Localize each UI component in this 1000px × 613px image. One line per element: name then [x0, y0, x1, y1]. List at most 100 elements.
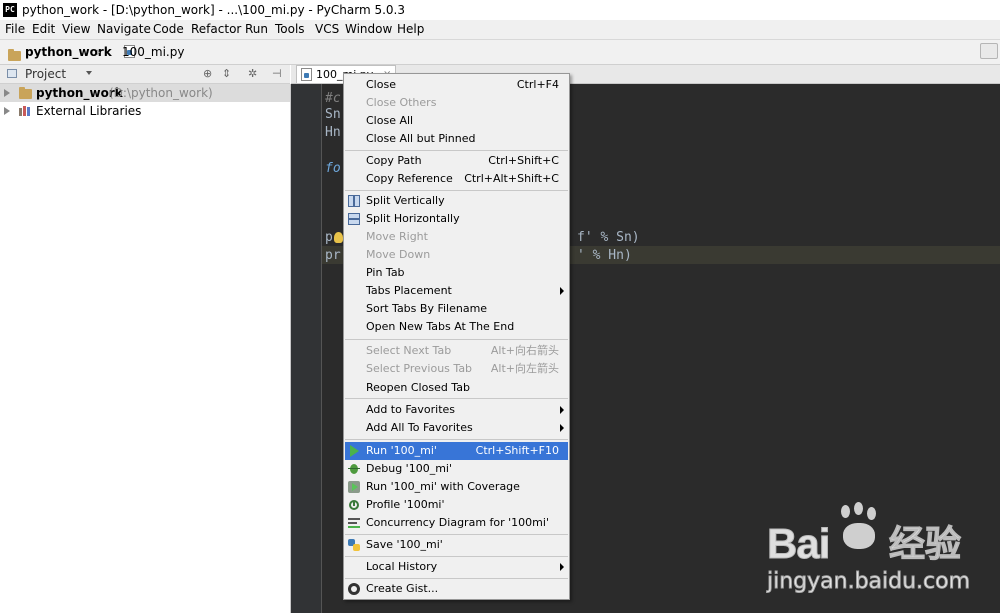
submenu-arrow-icon — [560, 424, 564, 432]
watermark-url: jingyan.baidu.com — [766, 569, 971, 595]
code-line: fo — [325, 161, 341, 176]
tab-context-menu: Close Ctrl+F4 Close Others Close All Clos… — [343, 73, 570, 600]
split-horizontal-icon — [348, 213, 360, 225]
menu-run[interactable]: Run — [245, 22, 268, 37]
menu-item-move-right: Move Right — [366, 230, 428, 243]
layout-button[interactable] — [980, 43, 998, 59]
menu-item-tabs-placement[interactable]: Tabs Placement — [345, 282, 568, 300]
code-fragment: f' % Sn) — [577, 230, 640, 245]
code-line: Hn — [325, 125, 341, 140]
menu-item-create-gist[interactable]: Create Gist... — [345, 580, 568, 598]
menu-item-split-vertically[interactable]: Split Vertically — [345, 192, 568, 210]
tree-item-path: (D:\python_work) — [109, 86, 213, 100]
menu-separator — [345, 398, 568, 399]
editor-gutter — [291, 84, 322, 613]
menu-item-add-to-favorites[interactable]: Add to Favorites — [345, 401, 568, 419]
menu-separator — [345, 556, 568, 557]
title-bar: PC python_work - [D:\python_work] - ...\… — [0, 0, 1000, 20]
split-vertical-icon — [348, 195, 360, 207]
library-icon — [19, 106, 31, 116]
breadcrumb-separator-icon: › — [96, 45, 101, 59]
menu-separator — [345, 578, 568, 579]
menu-item-save[interactable]: Save '100_mi' — [345, 536, 568, 554]
menu-help[interactable]: Help — [397, 22, 424, 37]
run-icon — [348, 445, 360, 457]
python-icon — [348, 539, 360, 551]
menu-item-run[interactable]: Run '100_mi' Ctrl+Shift+F10 — [345, 442, 568, 460]
lightbulb-icon[interactable] — [334, 232, 343, 243]
menu-item-add-all-to-favorites[interactable]: Add All To Favorites — [345, 419, 568, 437]
menu-item-select-previous-tab: Select Previous Tab Alt+向左箭头 — [366, 362, 559, 375]
menu-edit[interactable]: Edit — [32, 22, 55, 37]
expand-arrow-icon[interactable] — [4, 89, 10, 97]
menu-item-split-horizontally[interactable]: Split Horizontally — [345, 210, 568, 228]
code-line: Sn — [325, 107, 341, 122]
profile-icon — [348, 499, 360, 511]
menu-item-run-with-coverage[interactable]: Run '100_mi' with Coverage — [345, 478, 568, 496]
watermark-brand: Bai — [766, 520, 830, 567]
menu-item-reopen-closed-tab[interactable]: Reopen Closed Tab — [345, 379, 568, 397]
folder-icon — [8, 49, 21, 61]
tree-item-external-libraries[interactable]: External Libraries — [0, 102, 290, 120]
menu-separator — [345, 190, 568, 191]
menu-separator — [345, 150, 568, 151]
expand-arrow-icon[interactable] — [4, 107, 10, 115]
target-icon[interactable]: ⊕ — [203, 68, 212, 80]
debug-icon — [348, 463, 360, 475]
window-title: python_work - [D:\python_work] - ...\100… — [22, 3, 405, 17]
gear-icon[interactable]: ✲ — [248, 68, 257, 80]
menu-separator — [345, 439, 568, 440]
project-view-selector[interactable]: Project — [25, 66, 66, 82]
code-line: pr — [325, 248, 341, 263]
menu-tools[interactable]: Tools — [275, 22, 305, 37]
menu-item-close[interactable]: Close Ctrl+F4 — [345, 76, 568, 94]
hide-panel-icon[interactable]: ⊣ — [272, 68, 282, 80]
menu-item-debug[interactable]: Debug '100_mi' — [345, 460, 568, 478]
project-panel-header: Project ⊕ ⇕ ✲ ⊣ — [0, 65, 290, 84]
collapse-icon[interactable]: ⇕ — [222, 68, 231, 80]
menu-bar: File Edit View Navigate Code Refactor Ru… — [0, 20, 1000, 40]
submenu-arrow-icon — [560, 406, 564, 414]
code-fragment: ' % Hn) — [577, 248, 632, 263]
menu-file[interactable]: File — [5, 22, 25, 37]
menu-refactor[interactable]: Refactor — [191, 22, 241, 37]
menu-item-concurrency-diagram[interactable]: Concurrency Diagram for '100mi' — [345, 514, 568, 532]
github-icon — [348, 583, 360, 595]
tree-item-project-root[interactable]: python_work (D:\python_work) — [0, 84, 290, 102]
paw-logo-icon — [835, 502, 883, 551]
menu-item-local-history[interactable]: Local History — [345, 558, 568, 576]
menu-item-copy-reference[interactable]: Copy Reference Ctrl+Alt+Shift+C — [345, 170, 568, 188]
menu-code[interactable]: Code — [153, 22, 184, 37]
menu-item-sort-tabs-by-filename[interactable]: Sort Tabs By Filename — [345, 300, 568, 318]
menu-navigate[interactable]: Navigate — [97, 22, 151, 37]
concurrency-icon — [348, 517, 360, 529]
project-icon — [7, 69, 17, 78]
python-file-icon — [301, 68, 312, 81]
menu-window[interactable]: Window — [345, 22, 392, 37]
submenu-arrow-icon — [560, 287, 564, 295]
coverage-icon — [348, 481, 360, 493]
code-line: p — [325, 230, 333, 245]
menu-view[interactable]: View — [62, 22, 90, 37]
menu-vcs[interactable]: VCS — [315, 22, 339, 37]
folder-icon — [19, 87, 32, 99]
menu-item-close-all[interactable]: Close All — [345, 112, 568, 130]
menu-item-move-down: Move Down — [366, 248, 431, 261]
navigation-bar: python_work › 100_mi.py — [0, 40, 1000, 65]
menu-item-copy-path[interactable]: Copy Path Ctrl+Shift+C — [345, 152, 568, 170]
pycharm-app-icon: PC — [3, 3, 17, 17]
menu-item-pin-tab[interactable]: Pin Tab — [345, 264, 568, 282]
baidu-jingyan-watermark: Bai 经验 jingyan.baidu.com — [765, 502, 995, 605]
watermark-brand-cn: 经验 — [888, 524, 962, 565]
menu-item-close-all-but-pinned[interactable]: Close All but Pinned — [345, 130, 568, 148]
tree-item-label: External Libraries — [36, 104, 142, 118]
breadcrumb-file[interactable]: 100_mi.py — [122, 44, 184, 60]
menu-item-select-next-tab: Select Next Tab Alt+向右箭头 — [366, 344, 559, 357]
dropdown-icon[interactable] — [86, 71, 92, 75]
project-tree: python_work (D:\python_work) External Li… — [0, 84, 291, 613]
menu-separator — [345, 534, 568, 535]
menu-item-open-new-tabs-at-end[interactable]: Open New Tabs At The End — [345, 318, 568, 336]
menu-item-profile[interactable]: Profile '100mi' — [345, 496, 568, 514]
menu-item-close-others: Close Others — [366, 96, 437, 109]
submenu-arrow-icon — [560, 563, 564, 571]
